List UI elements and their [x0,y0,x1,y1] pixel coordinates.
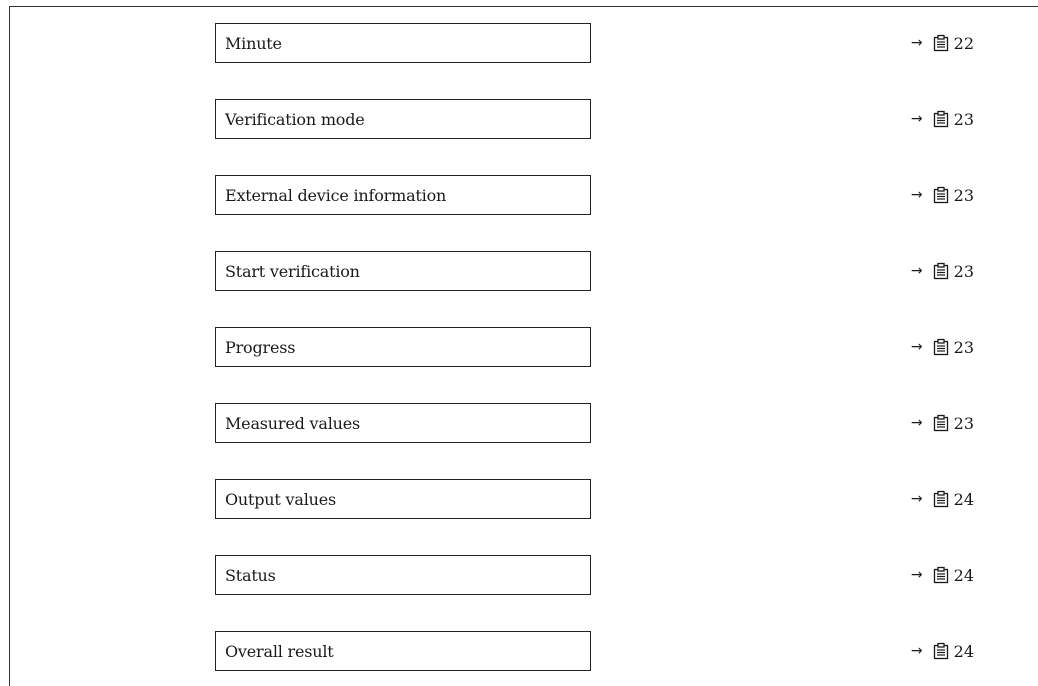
page-reference[interactable]: → 24 [911,555,974,595]
page-reference-icon [933,186,948,204]
parameter-row-external-device-information: External device information → 23 [0,175,1038,217]
arrow-right-icon: → [910,643,923,659]
page-number: 23 [953,185,974,205]
parameter-box[interactable]: External device information [215,175,591,215]
page-number: 22 [953,33,974,53]
arrow-right-icon: → [910,491,923,507]
parameter-box[interactable]: Start verification [215,251,591,291]
parameter-row-status: Status → 24 [0,555,1038,597]
parameter-label: Minute [225,33,282,53]
page-reference[interactable]: → 23 [911,403,974,443]
page-reference-icon [933,34,948,52]
parameter-row-progress: Progress → 23 [0,327,1038,369]
parameter-box[interactable]: Measured values [215,403,591,443]
page-reference[interactable]: → 22 [911,23,974,63]
arrow-right-icon: → [910,187,923,203]
parameter-row-verification-mode: Verification mode → 23 [0,99,1038,141]
parameter-label: Overall result [225,641,334,661]
parameter-label: External device information [225,185,447,205]
page-reference[interactable]: → 23 [911,251,974,291]
page-reference[interactable]: → 23 [911,327,974,367]
arrow-right-icon: → [910,339,923,355]
parameter-list: Minute → 22 Verification mode → 23 Exter… [0,0,1038,686]
parameter-row-measured-values: Measured values → 23 [0,403,1038,445]
arrow-right-icon: → [910,35,923,51]
parameter-label: Measured values [225,413,361,433]
page-reference[interactable]: → 23 [911,99,974,139]
page-number: 23 [953,337,974,357]
page-reference-icon [933,262,948,280]
parameter-row-overall-result: Overall result → 24 [0,631,1038,673]
page-reference-icon [933,110,948,128]
page-number: 23 [953,261,974,281]
parameter-box[interactable]: Overall result [215,631,591,671]
parameter-box[interactable]: Minute [215,23,591,63]
parameter-row-minute: Minute → 22 [0,23,1038,65]
arrow-right-icon: → [910,263,923,279]
page-reference[interactable]: → 24 [911,631,974,671]
page-reference-icon [933,642,948,660]
parameter-label: Output values [225,489,336,509]
parameter-label: Start verification [225,261,360,281]
arrow-right-icon: → [910,111,923,127]
parameter-label: Progress [225,337,296,357]
parameter-box[interactable]: Output values [215,479,591,519]
page-reference[interactable]: → 23 [911,175,974,215]
page-reference-icon [933,566,948,584]
parameter-box[interactable]: Status [215,555,591,595]
page-number: 23 [953,413,974,433]
parameter-box[interactable]: Verification mode [215,99,591,139]
page-number: 24 [953,641,974,661]
page-reference-icon [933,490,948,508]
page-number: 24 [953,565,974,585]
arrow-right-icon: → [910,415,923,431]
page-reference[interactable]: → 24 [911,479,974,519]
parameter-row-start-verification: Start verification → 23 [0,251,1038,293]
page-number: 23 [953,109,974,129]
page-reference-icon [933,338,948,356]
parameter-row-output-values: Output values → 24 [0,479,1038,521]
parameter-box[interactable]: Progress [215,327,591,367]
arrow-right-icon: → [910,567,923,583]
page-number: 24 [953,489,974,509]
parameter-label: Status [225,565,276,585]
page-reference-icon [933,414,948,432]
parameter-label: Verification mode [225,109,365,129]
